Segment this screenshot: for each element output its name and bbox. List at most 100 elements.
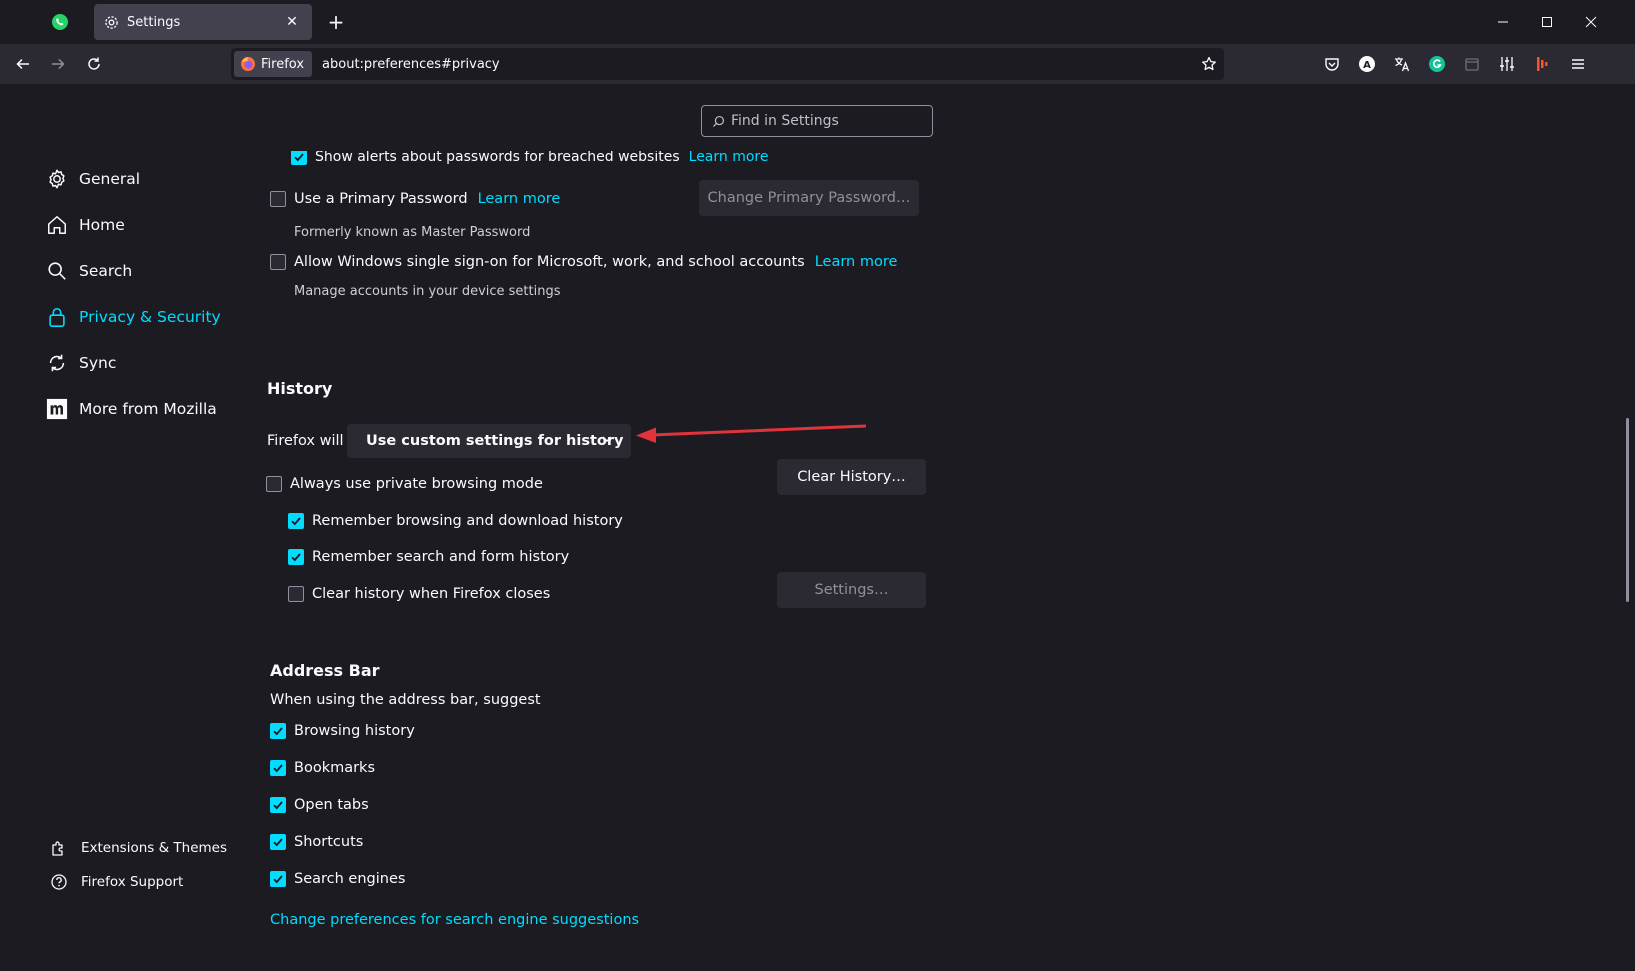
sidebar-extensions-themes[interactable]: Extensions & Themes	[47, 836, 227, 860]
tab-settings[interactable]: Settings ✕	[94, 4, 312, 40]
minimize-button[interactable]	[1480, 0, 1526, 44]
calendar-extension-button[interactable]	[1460, 52, 1484, 76]
maximize-icon	[1542, 17, 1552, 27]
gear-icon	[45, 167, 69, 191]
always-private-row[interactable]: Always use private browsing mode	[266, 473, 543, 495]
back-arrow-icon	[16, 58, 29, 70]
sso-checkbox[interactable]	[270, 254, 286, 270]
sidebar-item-label: General	[79, 170, 141, 188]
forward-button[interactable]	[43, 50, 73, 78]
sidebar-item-search[interactable]: Search	[45, 259, 132, 283]
suggest-open-tabs-row[interactable]: Open tabs	[270, 794, 369, 816]
remember-search-label: Remember search and form history	[312, 549, 570, 565]
reload-button[interactable]	[79, 50, 109, 78]
close-window-button[interactable]	[1568, 0, 1614, 44]
translate-extension-button[interactable]	[1390, 52, 1414, 76]
settings-content: Find in Settings General Home Search Pri…	[0, 84, 1635, 971]
sidebar-footer-label: Firefox Support	[81, 874, 184, 890]
minimize-icon	[1498, 21, 1508, 23]
sliders-icon	[1500, 57, 1514, 71]
sidebar-item-privacy[interactable]: Privacy & Security	[45, 305, 221, 329]
remember-browsing-checkbox[interactable]	[288, 513, 304, 529]
gear-icon	[105, 15, 118, 29]
suggest-option-label: Browsing history	[294, 723, 415, 739]
new-tab-button[interactable]: +	[323, 10, 349, 36]
url-bar[interactable]: Firefox about:preferences#privacy	[231, 48, 1224, 80]
suggest-shortcuts-checkbox[interactable]	[270, 834, 286, 850]
svg-text:A: A	[1363, 60, 1371, 71]
pocket-button[interactable]	[1320, 52, 1344, 76]
mozilla-icon	[45, 397, 69, 421]
breach-learn-more-link[interactable]: Learn more	[689, 149, 769, 165]
star-icon	[1202, 56, 1216, 71]
primary-password-checkbox[interactable]	[270, 191, 286, 207]
primary-password-label: Use a Primary Password	[294, 191, 468, 207]
url-text[interactable]: about:preferences#privacy	[322, 57, 1194, 72]
suggest-search-engines-row[interactable]: Search engines	[270, 868, 405, 890]
sidebar-item-more-from-mozilla[interactable]: More from Mozilla	[45, 397, 217, 421]
sidebar-firefox-support[interactable]: Firefox Support	[47, 870, 183, 894]
grammarly-button[interactable]	[1425, 52, 1449, 76]
sidebar-item-sync[interactable]: Sync	[45, 351, 116, 375]
scrollbar-thumb[interactable]	[1626, 418, 1629, 602]
history-mode-select[interactable]: Use custom settings for history	[347, 424, 631, 458]
sso-note: Manage accounts in your device settings	[294, 283, 561, 299]
suggest-bookmarks-checkbox[interactable]	[270, 760, 286, 776]
suggest-browsing-history-row[interactable]: Browsing history	[270, 720, 415, 742]
find-in-settings-input[interactable]: Find in Settings	[701, 105, 933, 137]
sidebar-item-label: More from Mozilla	[79, 400, 217, 418]
identity-box[interactable]: Firefox	[234, 51, 313, 77]
sso-row[interactable]: Allow Windows single sign-on for Microso…	[270, 251, 897, 273]
primary-password-note: Formerly known as Master Password	[294, 224, 531, 240]
sidebar-item-general[interactable]: General	[45, 167, 140, 191]
history-heading: History	[267, 379, 333, 398]
change-search-suggestions-link[interactable]: Change preferences for search engine sug…	[270, 909, 639, 931]
sidebar-item-home[interactable]: Home	[45, 213, 125, 237]
suggest-option-label: Shortcuts	[294, 834, 364, 850]
forward-arrow-icon	[52, 58, 65, 70]
app-menu-button[interactable]	[1566, 52, 1590, 76]
suggest-browsing-history-checkbox[interactable]	[270, 723, 286, 739]
suggest-open-tabs-checkbox[interactable]	[270, 797, 286, 813]
maximize-button[interactable]	[1524, 0, 1570, 44]
remember-search-checkbox[interactable]	[288, 549, 304, 565]
scroll-clip	[260, 139, 760, 151]
search-icon	[712, 115, 725, 127]
breach-alerts-checkbox[interactable]	[291, 149, 307, 165]
hamburger-menu-icon	[1572, 59, 1584, 69]
remember-search-row[interactable]: Remember search and form history	[288, 546, 569, 568]
clear-on-close-row[interactable]: Clear history when Firefox closes	[288, 583, 550, 605]
translate-icon	[1395, 57, 1410, 72]
firefox-icon	[241, 57, 255, 71]
always-private-checkbox[interactable]	[266, 476, 282, 492]
bookmark-star-button[interactable]	[1194, 50, 1224, 78]
account-a-icon: A	[1359, 56, 1375, 72]
chevron-down-icon	[602, 436, 612, 443]
identity-label: Firefox	[261, 56, 305, 72]
pocket-icon	[1325, 58, 1339, 71]
suggest-shortcuts-row[interactable]: Shortcuts	[270, 831, 363, 853]
close-tab-icon[interactable]: ✕	[282, 12, 302, 32]
tab-bar: Settings ✕ +	[0, 0, 1635, 44]
clear-history-button[interactable]: Clear History…	[777, 459, 926, 495]
primary-password-row[interactable]: Use a Primary Password Learn more	[270, 188, 560, 210]
history-mode-value: Use custom settings for history	[366, 433, 624, 449]
lock-icon	[45, 305, 69, 329]
back-button[interactable]	[8, 50, 38, 78]
remember-browsing-row[interactable]: Remember browsing and download history	[288, 510, 623, 532]
breach-alerts-label: Show alerts about passwords for breached…	[315, 149, 680, 165]
equalizer-extension-button[interactable]	[1495, 52, 1519, 76]
history-settings-button[interactable]: Settings…	[777, 572, 926, 608]
suggest-search-engines-checkbox[interactable]	[270, 871, 286, 887]
extension-a-button[interactable]: A	[1355, 52, 1379, 76]
sso-label: Allow Windows single sign-on for Microso…	[294, 254, 805, 270]
reload-icon	[88, 57, 100, 70]
puzzle-icon	[47, 836, 71, 860]
orange-extension-button[interactable]	[1530, 52, 1554, 76]
change-primary-password-button[interactable]: Change Primary Password…	[699, 180, 919, 216]
whatsapp-pinned-tab[interactable]	[44, 8, 76, 36]
primary-learn-more-link[interactable]: Learn more	[478, 191, 561, 207]
suggest-bookmarks-row[interactable]: Bookmarks	[270, 757, 375, 779]
clear-on-close-checkbox[interactable]	[288, 586, 304, 602]
sso-learn-more-link[interactable]: Learn more	[815, 254, 898, 270]
